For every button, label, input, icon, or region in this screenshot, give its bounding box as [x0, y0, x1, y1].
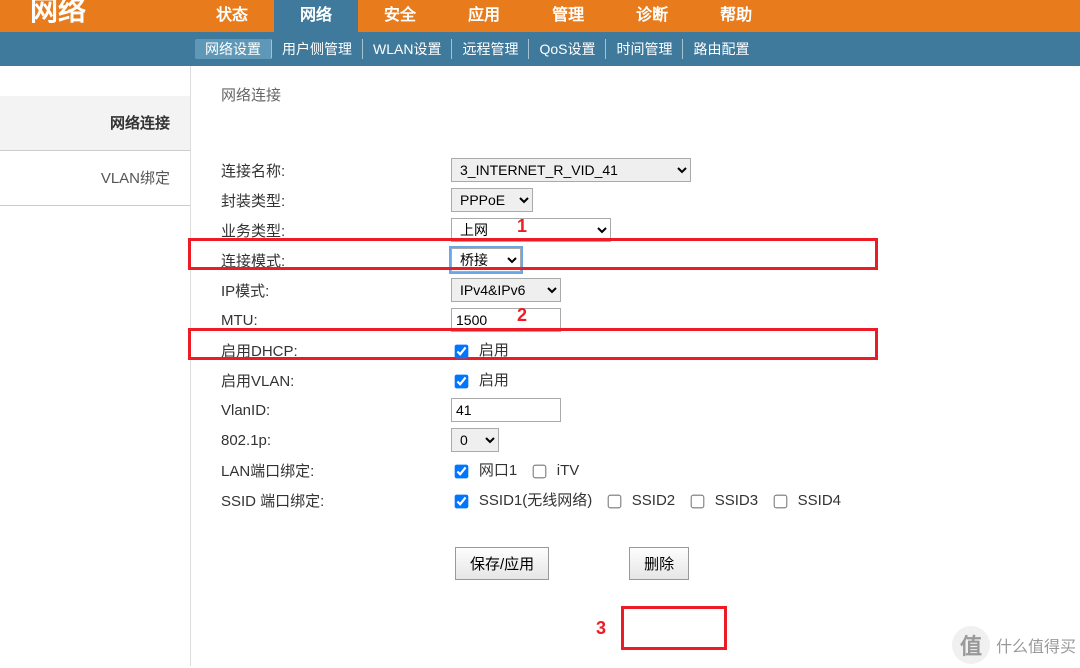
text-lan-itv: iTV — [557, 462, 580, 479]
checkbox-dhcp[interactable] — [455, 345, 469, 359]
save-apply-button[interactable]: 保存/应用 — [455, 547, 549, 580]
top-nav: 网络 状态 网络 安全 应用 管理 诊断 帮助 — [0, 0, 1080, 32]
select-conn-mode[interactable]: 桥接 — [451, 248, 521, 272]
text-ssid1: SSID1(无线网络) — [479, 492, 592, 509]
select-ip-mode[interactable]: IPv4&IPv6 — [451, 278, 561, 302]
content-panel: 网络连接 1 2 3 连接名称: 3_INTERNET_R_VID_41 封装类… — [190, 66, 1080, 666]
sub-nav: 网络设置 用户侧管理 WLAN设置 远程管理 QoS设置 时间管理 路由配置 — [0, 32, 1080, 66]
tab-help[interactable]: 帮助 — [694, 0, 778, 32]
text-vlan-enable: 启用 — [479, 372, 509, 389]
subnav-qos[interactable]: QoS设置 — [529, 39, 606, 59]
sidebar: 网络连接 VLAN绑定 — [0, 66, 190, 206]
watermark-text: 什么值得买 — [996, 633, 1076, 657]
label-encap: 封装类型: — [221, 190, 451, 211]
select-encap[interactable]: PPPoE — [451, 188, 533, 212]
label-vlanid: VlanID: — [221, 402, 451, 419]
label-vlan: 启用VLAN: — [221, 370, 451, 391]
select-svc-type[interactable]: 上网 — [451, 218, 611, 242]
label-dhcp: 启用DHCP: — [221, 340, 451, 361]
select-conn-name[interactable]: 3_INTERNET_R_VID_41 — [451, 158, 691, 182]
tab-diagnose[interactable]: 诊断 — [610, 0, 694, 32]
subnav-network-settings[interactable]: 网络设置 — [195, 39, 272, 59]
checkbox-lan-itv[interactable] — [533, 465, 547, 479]
label-conn-mode: 连接模式: — [221, 250, 451, 271]
label-ip-mode: IP模式: — [221, 280, 451, 301]
checkbox-vlan[interactable] — [455, 375, 469, 389]
text-ssid2: SSID2 — [632, 492, 675, 509]
tab-network[interactable]: 网络 — [274, 0, 358, 32]
watermark: 值 什么值得买 — [952, 626, 1076, 664]
label-mtu: MTU: — [221, 312, 451, 329]
text-ssid3: SSID3 — [715, 492, 758, 509]
tab-status[interactable]: 状态 — [190, 0, 274, 32]
label-lanbind: LAN端口绑定: — [221, 460, 451, 481]
label-conn-name: 连接名称: — [221, 160, 451, 181]
tab-app[interactable]: 应用 — [442, 0, 526, 32]
brand-logo: 网络 — [0, 0, 190, 32]
checkbox-ssid3[interactable] — [691, 495, 705, 509]
subnav-wlan[interactable]: WLAN设置 — [363, 39, 452, 59]
text-ssid4: SSID4 — [798, 492, 841, 509]
annotation-3: 3 — [596, 618, 606, 639]
input-mtu[interactable] — [451, 308, 561, 332]
checkbox-ssid2[interactable] — [608, 495, 622, 509]
watermark-icon: 值 — [952, 626, 990, 664]
main-tabs: 状态 网络 安全 应用 管理 诊断 帮助 — [190, 0, 778, 32]
sidebar-item-vlan-bind[interactable]: VLAN绑定 — [0, 151, 190, 206]
checkbox-ssid4[interactable] — [773, 495, 787, 509]
text-lan-port1: 网口1 — [479, 462, 517, 479]
delete-button[interactable]: 删除 — [629, 547, 689, 580]
label-svc-type: 业务类型: — [221, 220, 451, 241]
subnav-route[interactable]: 路由配置 — [683, 39, 759, 59]
subnav-remote[interactable]: 远程管理 — [452, 39, 529, 59]
tab-security[interactable]: 安全 — [358, 0, 442, 32]
subnav-time[interactable]: 时间管理 — [606, 39, 683, 59]
text-dhcp-enable: 启用 — [479, 342, 509, 359]
label-dot1p: 802.1p: — [221, 432, 451, 449]
highlight-box-3 — [621, 606, 727, 650]
input-vlanid[interactable] — [451, 398, 561, 422]
sidebar-item-network-conn[interactable]: 网络连接 — [0, 96, 190, 151]
label-ssidbind: SSID 端口绑定: — [221, 490, 451, 511]
subnav-user-side[interactable]: 用户侧管理 — [272, 39, 363, 59]
checkbox-ssid1[interactable] — [455, 495, 469, 509]
section-title: 网络连接 — [221, 84, 1080, 105]
checkbox-lan-port1[interactable] — [455, 465, 469, 479]
tab-manage[interactable]: 管理 — [526, 0, 610, 32]
select-dot1p[interactable]: 0 — [451, 428, 499, 452]
button-bar: 保存/应用 删除 — [455, 547, 1080, 580]
